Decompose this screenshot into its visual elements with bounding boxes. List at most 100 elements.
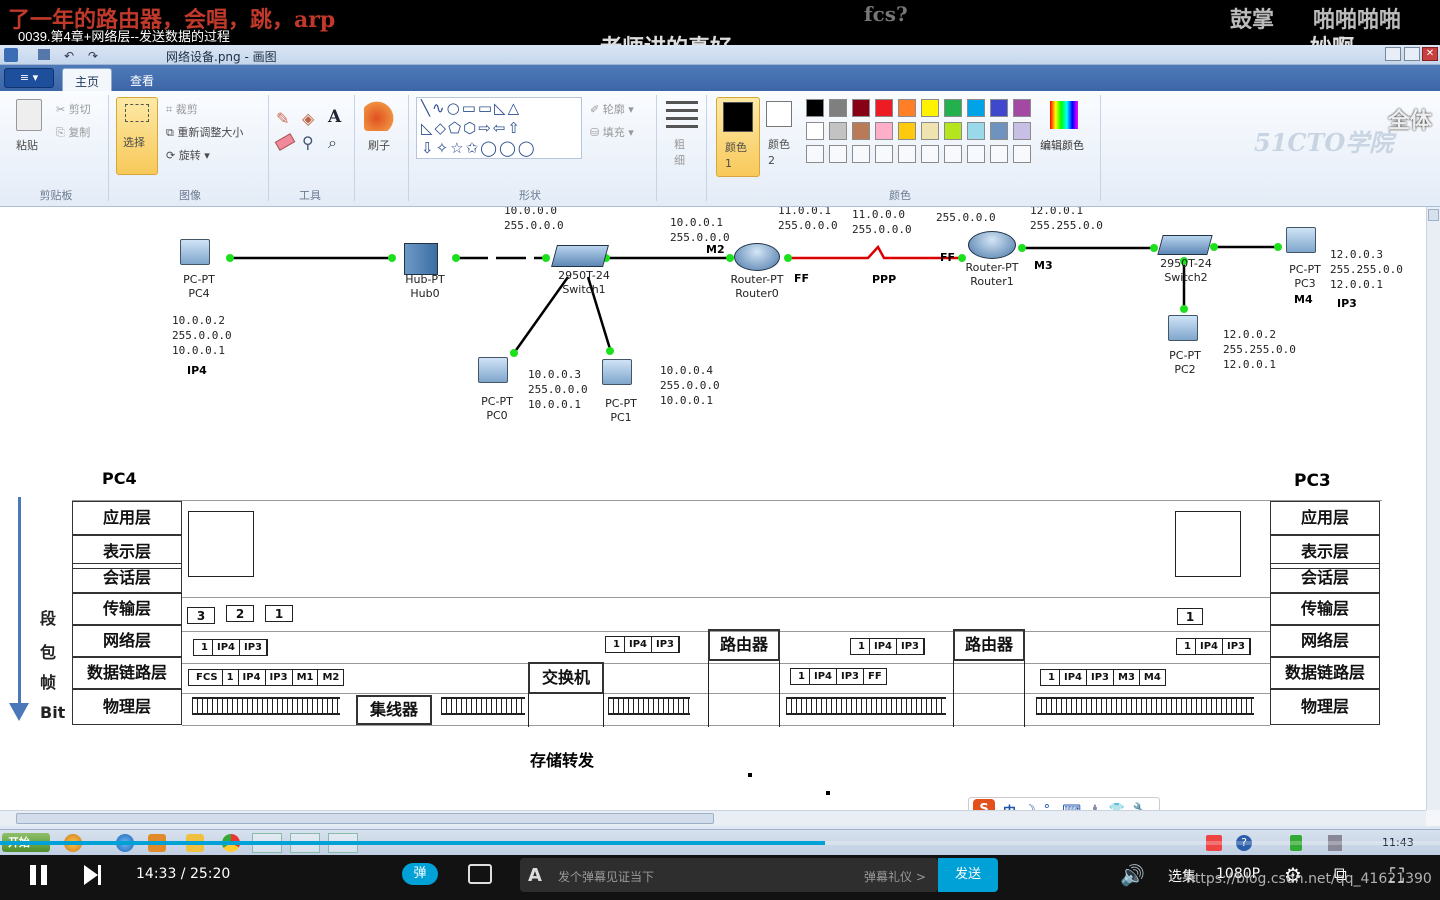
color-picker-icon[interactable]: ⚲	[302, 133, 314, 152]
next-icon[interactable]	[84, 865, 98, 885]
fill-label: 填充	[602, 126, 625, 139]
volume-icon[interactable]: 🔊	[1120, 863, 1145, 887]
frame-field: 1	[794, 669, 810, 684]
palette-swatch[interactable]	[967, 145, 985, 163]
redo-icon[interactable]: ↷	[88, 49, 98, 63]
router1-icon[interactable]	[968, 231, 1016, 259]
pkt-field: IP4	[870, 639, 897, 654]
rotate-button[interactable]: ⟳ 旋转 ▾	[166, 147, 210, 163]
osi-layer-cell: 会话层	[72, 563, 182, 593]
paint-menu-button[interactable]: ≡ ▾	[4, 68, 54, 88]
text-tool-button[interactable]: A	[328, 107, 341, 127]
pkt-field: IP4	[213, 640, 240, 655]
palette-swatch[interactable]	[944, 145, 962, 163]
cut-button[interactable]: ✂ 剪切	[56, 101, 91, 117]
palette-swatch[interactable]	[875, 145, 893, 163]
palette-swatch[interactable]	[852, 99, 870, 117]
switch1-icon[interactable]	[551, 245, 609, 267]
paste-button[interactable]: 粘贴	[16, 137, 38, 153]
palette-swatch[interactable]	[875, 99, 893, 117]
size-button[interactable]: 粗细	[674, 137, 688, 169]
resize-button[interactable]: ⧉ 重新调整大小	[166, 124, 243, 140]
minimize-button[interactable]	[1385, 47, 1401, 61]
palette-swatch[interactable]	[1013, 145, 1031, 163]
palette-swatch[interactable]	[967, 99, 985, 117]
save-icon[interactable]	[38, 49, 50, 60]
pc3-icon[interactable]	[1286, 227, 1316, 253]
size-icon[interactable]	[666, 101, 698, 131]
pc2-icon[interactable]	[1168, 315, 1198, 341]
palette-swatch[interactable]	[921, 99, 939, 117]
palette-swatch[interactable]	[990, 145, 1008, 163]
palette-swatch[interactable]	[806, 99, 824, 117]
palette-swatch[interactable]	[921, 122, 939, 140]
sogou-icon: S	[973, 799, 995, 810]
switch2-icon[interactable]	[1157, 235, 1213, 255]
shapes-gallery[interactable]: ╲∿○▭▭◺△ ◺◇⬠⬡⇨⇦⇧ ⇩✧☆✩◯◯◯	[416, 97, 582, 159]
outline-button[interactable]: ✐ 轮廓 ▾	[590, 101, 634, 117]
fill-button[interactable]: ⛁ 填充 ▾	[590, 124, 634, 140]
palette-swatch[interactable]	[967, 122, 985, 140]
magnifier-icon[interactable]: ⌕	[328, 133, 337, 153]
palette-swatch[interactable]	[875, 122, 893, 140]
undo-icon[interactable]: ↶	[64, 49, 74, 63]
pc1-icon[interactable]	[602, 359, 632, 385]
color2-label[interactable]: 颜色 2	[768, 137, 794, 169]
brush-button[interactable]: 刷子	[368, 137, 390, 153]
palette-swatch[interactable]	[921, 145, 939, 163]
pc0-icon[interactable]	[478, 357, 508, 383]
danmaku-etiquette-link[interactable]: 弹幕礼仪 >	[864, 868, 926, 885]
eraser-icon[interactable]	[274, 133, 296, 151]
osi-layer-cell: 网络层	[1270, 625, 1380, 657]
palette-swatch[interactable]	[829, 122, 847, 140]
pencil-icon[interactable]: ✎	[276, 109, 289, 128]
fill-icon[interactable]: ◈	[302, 109, 314, 128]
palette-swatch[interactable]	[944, 99, 962, 117]
palette-swatch[interactable]	[852, 145, 870, 163]
palette-swatch[interactable]	[806, 122, 824, 140]
brush-icon[interactable]	[364, 99, 396, 131]
edit-colors-button[interactable]: 编辑颜色	[1040, 137, 1084, 153]
horizontal-scroll-thumb[interactable]	[16, 813, 714, 824]
text-style-icon[interactable]: A	[528, 865, 542, 886]
ime-toolbar[interactable]: S 中 ☽ °, ⌨ ♟ 👕 🔧	[968, 797, 1160, 810]
paint-canvas[interactable]: PC-PT PC4 Hub-PT Hub0 2950T-24 Switch1 R…	[0, 207, 1426, 810]
color1-button[interactable]: 颜色 1	[716, 97, 760, 177]
palette-swatch[interactable]	[806, 145, 824, 163]
danmaku-7: 全体	[1388, 108, 1433, 134]
tab-home[interactable]: 主页	[62, 68, 113, 91]
router0-icon[interactable]	[734, 243, 780, 271]
danmaku-toggle[interactable]: 弹	[402, 863, 438, 885]
palette-swatch[interactable]	[852, 122, 870, 140]
scroll-up-button[interactable]	[1428, 209, 1439, 221]
select-button[interactable]: 选择	[116, 97, 158, 175]
frame-field: 1	[1044, 670, 1060, 685]
palette-swatch[interactable]	[898, 145, 916, 163]
palette-swatch[interactable]	[829, 145, 847, 163]
palette-swatch[interactable]	[990, 122, 1008, 140]
palette-swatch[interactable]	[944, 122, 962, 140]
palette-swatch[interactable]	[1013, 99, 1031, 117]
hub-icon[interactable]	[404, 243, 438, 275]
rainbow-icon[interactable]	[1050, 101, 1078, 129]
video-progress-bar[interactable]	[0, 841, 1440, 845]
palette-swatch[interactable]	[829, 99, 847, 117]
vertical-scrollbar[interactable]	[1426, 207, 1440, 810]
paste-icon[interactable]	[16, 99, 42, 131]
danmaku-input[interactable]: 发个弹幕见证当下	[558, 868, 654, 885]
crop-button[interactable]: ⌗ 裁剪	[166, 101, 198, 117]
palette-swatch[interactable]	[990, 99, 1008, 117]
palette-swatch[interactable]	[1013, 122, 1031, 140]
tab-view[interactable]: 查看	[118, 68, 166, 91]
color2-swatch[interactable]	[766, 101, 792, 127]
send-button[interactable]: 发送	[938, 858, 998, 892]
pc4-icon[interactable]	[180, 239, 210, 265]
maximize-button[interactable]	[1404, 47, 1420, 61]
danmaku-settings-icon[interactable]	[468, 864, 492, 884]
close-button[interactable]: ✕	[1422, 47, 1438, 61]
horizontal-scrollbar[interactable]	[0, 810, 1426, 826]
palette-swatch[interactable]	[898, 122, 916, 140]
pause-icon[interactable]	[30, 865, 36, 885]
palette-swatch[interactable]	[898, 99, 916, 117]
copy-button[interactable]: ⎘ 复制	[56, 124, 90, 140]
